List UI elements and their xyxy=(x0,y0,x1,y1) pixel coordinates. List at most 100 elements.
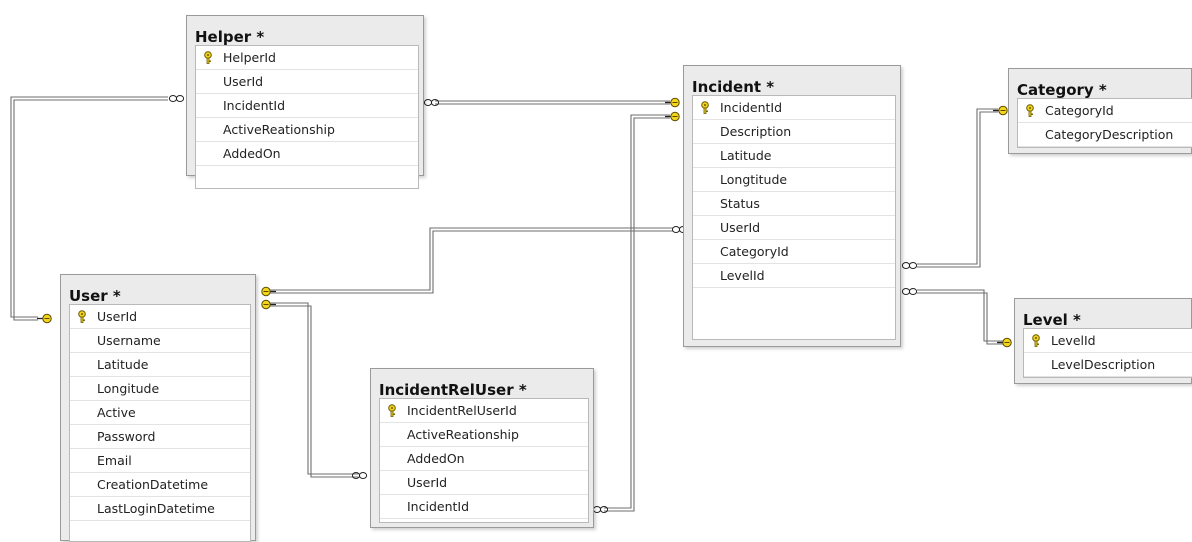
many-marker xyxy=(592,506,609,513)
column-name: IncidentRelUserId xyxy=(407,403,517,418)
column-row[interactable]: ActiveReationship xyxy=(380,423,588,447)
column-row[interactable]: Latitude xyxy=(70,353,250,377)
table-category[interactable]: Category * CategoryId CategoryDescriptio… xyxy=(1008,68,1192,154)
table-helper[interactable]: Helper * HelperId UserId IncidentId Acti… xyxy=(186,15,424,189)
column-name: CategoryId xyxy=(1045,103,1114,118)
column-name: UserId xyxy=(720,220,761,235)
column-row[interactable]: LevelId xyxy=(693,264,895,288)
column-row[interactable]: LevelId xyxy=(1024,329,1192,353)
column-row[interactable]: Longtitude xyxy=(693,168,895,192)
column-name: AddedOn xyxy=(223,146,281,161)
column-name: IncidentId xyxy=(720,100,783,115)
column-row[interactable]: HelperId xyxy=(196,46,418,70)
relation-incident-category xyxy=(917,108,998,265)
table-incidentreluser[interactable]: IncidentRelUser * IncidentRelUserId Acti… xyxy=(370,368,594,528)
key-end-marker xyxy=(993,105,1008,116)
key-end-marker xyxy=(37,313,52,324)
column-row[interactable]: Username xyxy=(70,329,250,353)
column-row[interactable]: UserId xyxy=(380,471,588,495)
column-row[interactable]: IncidentId xyxy=(693,96,895,120)
column-grid: UserId Username Latitude Longitude Activ… xyxy=(69,304,251,542)
column-name: IncidentId xyxy=(223,98,286,113)
table-title: Helper * xyxy=(195,28,265,46)
column-row[interactable]: UserId xyxy=(70,305,250,329)
relation-incidentreluser-user xyxy=(270,302,358,475)
column-row[interactable]: UserId xyxy=(196,70,418,94)
column-name: UserId xyxy=(97,309,138,324)
column-name: CategoryDescription xyxy=(1045,127,1174,142)
column-name: IncidentId xyxy=(407,499,470,514)
table-title: User * xyxy=(69,287,121,305)
column-name: UserId xyxy=(223,74,264,89)
relation-incident-user xyxy=(270,227,673,291)
column-grid: HelperId UserId IncidentId ActiveReation… xyxy=(195,45,419,189)
column-name: UserId xyxy=(407,475,448,490)
column-row[interactable]: Status xyxy=(693,192,895,216)
column-grid: IncidentId Description Latitude Longtitu… xyxy=(692,95,896,340)
table-level[interactable]: Level * LevelId LevelDescription xyxy=(1014,298,1192,384)
table-title: Incident * xyxy=(692,78,775,96)
column-name: Longitude xyxy=(97,381,160,396)
column-row[interactable]: CreationDatetime xyxy=(70,473,250,497)
column-row[interactable]: Description xyxy=(693,120,895,144)
many-marker xyxy=(901,288,918,295)
column-name: Username xyxy=(97,333,161,348)
column-name: LevelDescription xyxy=(1051,357,1156,372)
column-name: Latitude xyxy=(720,148,772,163)
column-grid: IncidentRelUserId ActiveReationship Adde… xyxy=(379,398,589,523)
column-row[interactable]: AddedOn xyxy=(380,447,588,471)
column-row[interactable]: Longitude xyxy=(70,377,250,401)
many-marker xyxy=(351,472,368,479)
column-name: Active xyxy=(97,405,136,420)
primary-key-icon xyxy=(1025,104,1035,117)
column-row[interactable]: AddedOn xyxy=(196,142,418,166)
primary-key-icon xyxy=(387,404,397,417)
column-name: Status xyxy=(720,196,760,211)
column-name: CreationDatetime xyxy=(97,477,209,492)
column-name: CategoryId xyxy=(720,244,789,259)
column-name: LastLoginDatetime xyxy=(97,501,215,516)
column-name: ActiveReationship xyxy=(407,427,519,442)
column-name: Password xyxy=(97,429,156,444)
column-row[interactable]: UserId xyxy=(693,216,895,240)
many-marker xyxy=(901,262,918,269)
column-row[interactable]: CategoryId xyxy=(693,240,895,264)
key-end-marker xyxy=(997,337,1012,348)
column-name: LevelId xyxy=(1051,333,1096,348)
column-grid: LevelId LevelDescription xyxy=(1023,328,1192,378)
column-name: Longtitude xyxy=(720,172,788,187)
primary-key-icon xyxy=(203,51,213,64)
column-row[interactable]: Active xyxy=(70,401,250,425)
column-row[interactable]: Latitude xyxy=(693,144,895,168)
column-row[interactable]: Password xyxy=(70,425,250,449)
key-end-marker xyxy=(665,111,680,122)
column-row[interactable]: LastLoginDatetime xyxy=(70,497,250,521)
key-end-marker xyxy=(665,97,680,108)
many-marker xyxy=(168,95,185,102)
primary-key-icon xyxy=(1031,334,1041,347)
column-row[interactable]: IncidentId xyxy=(196,94,418,118)
column-grid: CategoryId CategoryDescription xyxy=(1017,98,1192,148)
column-row[interactable]: CategoryDescription xyxy=(1018,123,1192,147)
table-title: Category * xyxy=(1017,81,1107,99)
column-row[interactable]: IncidentRelUserId xyxy=(380,399,588,423)
table-user[interactable]: User * UserId Username Latitude Longitud… xyxy=(60,274,256,542)
column-name: Email xyxy=(97,453,132,468)
column-name: HelperId xyxy=(223,50,276,65)
column-row[interactable]: LevelDescription xyxy=(1024,353,1192,377)
table-title: Level * xyxy=(1023,311,1081,329)
column-name: Latitude xyxy=(97,357,149,372)
relation-incident-level xyxy=(917,289,1003,342)
relation-incidentreluser-incident xyxy=(604,114,670,509)
column-name: Description xyxy=(720,124,792,139)
table-title: IncidentRelUser * xyxy=(379,381,527,399)
column-row[interactable]: Email xyxy=(70,449,250,473)
key-end-marker xyxy=(261,286,276,297)
key-end-marker xyxy=(261,299,276,310)
column-row[interactable]: CategoryId xyxy=(1018,99,1192,123)
table-incident[interactable]: Incident * IncidentId Description Latitu… xyxy=(683,65,901,347)
column-row[interactable]: ActiveReationship xyxy=(196,118,418,142)
column-row[interactable]: IncidentId xyxy=(380,495,588,519)
column-name: LevelId xyxy=(720,268,765,283)
primary-key-icon xyxy=(77,310,87,323)
